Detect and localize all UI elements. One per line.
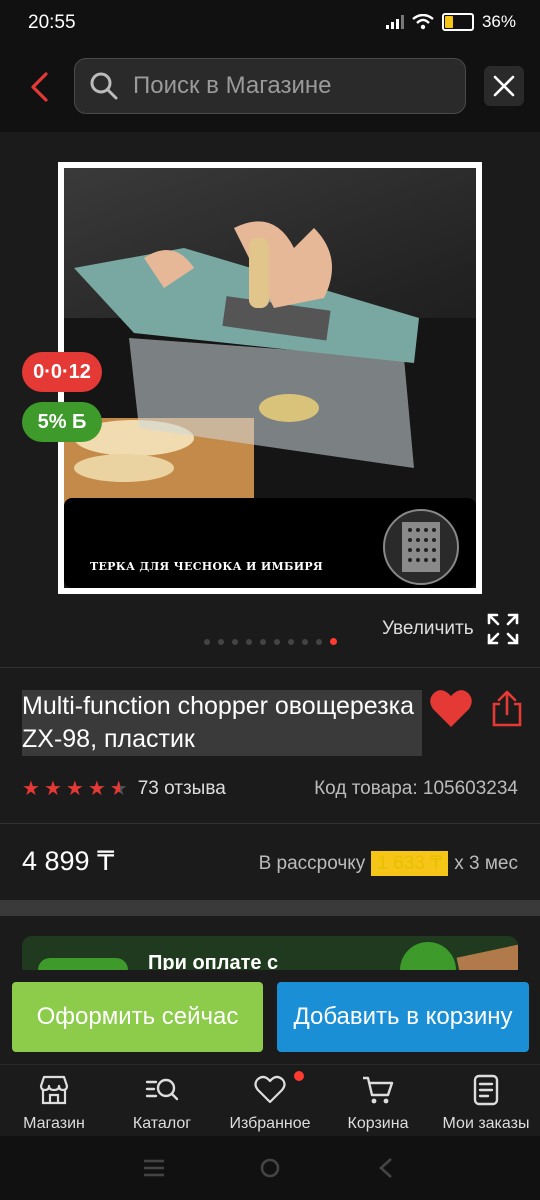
pagination-dot[interactable] — [232, 638, 238, 645]
search-input[interactable]: Поиск в Магазине — [74, 58, 466, 114]
product-price: 4 899 ₸ — [22, 846, 115, 876]
expand-icon[interactable] — [486, 612, 520, 646]
status-bar: 20:55 36% — [0, 0, 540, 48]
promo-pill — [38, 958, 128, 970]
product-code: Код товара: 105603234 — [314, 778, 518, 799]
zoom-label[interactable]: Увеличить — [382, 618, 474, 640]
nav-item-catalog[interactable]: Каталог — [108, 1073, 216, 1133]
close-button[interactable] — [484, 66, 524, 106]
nav-label: Мои заказы — [442, 1115, 530, 1132]
wifi-icon — [412, 14, 434, 30]
close-icon — [493, 75, 515, 97]
image-caption: ТЕРКА ДЛЯ ЧЕСНОКА И ИМБИРЯ — [90, 560, 323, 573]
store-icon — [39, 1075, 69, 1105]
half-star-icon: ★ — [109, 778, 128, 800]
product-title: Multi-function chopper овощерезка ZX-98,… — [22, 690, 422, 756]
installment-badge: 0·0·12 — [22, 352, 102, 392]
pagination-dot[interactable] — [218, 638, 224, 645]
search-placeholder: Поиск в Магазине — [133, 72, 332, 99]
buy-now-button[interactable]: Оформить сейчас — [12, 982, 263, 1052]
promo-decoration — [456, 943, 518, 970]
pagination-dot[interactable] — [316, 638, 322, 645]
promo-text: При оплате с — [148, 952, 279, 970]
installment-suffix: x 3 мес — [454, 852, 518, 874]
signal-icon — [385, 15, 404, 29]
heart-icon — [254, 1075, 286, 1104]
nav-item-favorites[interactable]: Избранное — [216, 1073, 324, 1133]
battery-level: 36% — [481, 12, 516, 31]
battery-icon — [441, 13, 474, 31]
add-to-cart-button[interactable]: Добавить в корзину — [277, 982, 529, 1052]
star-icon: ★ — [43, 778, 62, 800]
bottom-navigation: Магазин Каталог Избранное Корзина Мои за… — [0, 1064, 540, 1137]
pagination-dot[interactable] — [288, 638, 294, 645]
back-icon[interactable] — [376, 1156, 396, 1180]
reviews-count[interactable]: 73 отзыва — [138, 778, 226, 800]
grater-thumbnail-icon — [383, 509, 459, 585]
menu-icon[interactable] — [142, 1158, 166, 1178]
pagination-dot[interactable] — [274, 638, 280, 645]
star-icon: ★ — [65, 778, 84, 800]
nav-item-orders[interactable]: Мои заказы — [432, 1073, 540, 1133]
pagination-dot[interactable] — [246, 638, 252, 645]
bonus-badge: 5% Б — [22, 402, 102, 442]
notification-dot — [294, 1071, 304, 1081]
pagination-dot[interactable] — [302, 638, 308, 645]
status-time: 20:55 — [28, 12, 76, 33]
nav-item-store[interactable]: Магазин — [0, 1073, 108, 1133]
gallery-pagination — [204, 638, 337, 645]
rating-row[interactable]: ★ ★ ★ ★ ★ 73 отзыва — [22, 778, 226, 800]
share-icon[interactable] — [490, 688, 524, 728]
divider — [0, 823, 540, 824]
nav-label: Избранное — [229, 1115, 311, 1132]
divider — [0, 667, 540, 668]
favorite-heart-icon[interactable] — [428, 686, 474, 732]
pagination-dot[interactable] — [260, 638, 266, 645]
home-icon[interactable] — [258, 1156, 282, 1180]
star-icon: ★ — [87, 778, 106, 800]
star-icon: ★ — [22, 778, 40, 800]
section-divider — [0, 900, 540, 916]
pagination-dot[interactable] — [204, 638, 210, 645]
nav-item-cart[interactable]: Корзина — [324, 1073, 432, 1133]
promo-banner[interactable]: При оплате с — [22, 936, 518, 970]
back-arrow-icon[interactable] — [24, 70, 58, 104]
installment-info: В рассрочку 1 633 ₸ x 3 мес — [259, 851, 518, 876]
installment-prefix: В рассрочку — [258, 852, 366, 874]
pagination-dot-active[interactable] — [330, 638, 337, 645]
nav-label: Магазин — [23, 1115, 85, 1132]
cart-icon — [363, 1076, 394, 1104]
nav-label: Корзина — [347, 1115, 409, 1132]
bonus-coin-icon — [400, 942, 456, 970]
status-icons: 36% — [385, 12, 516, 32]
installment-amount: 1 633 ₸ — [371, 851, 449, 876]
search-icon — [90, 72, 118, 100]
system-navigation-bar — [0, 1136, 540, 1200]
nav-label: Каталог — [132, 1115, 192, 1132]
catalog-search-icon — [145, 1078, 179, 1101]
orders-icon — [473, 1074, 499, 1106]
